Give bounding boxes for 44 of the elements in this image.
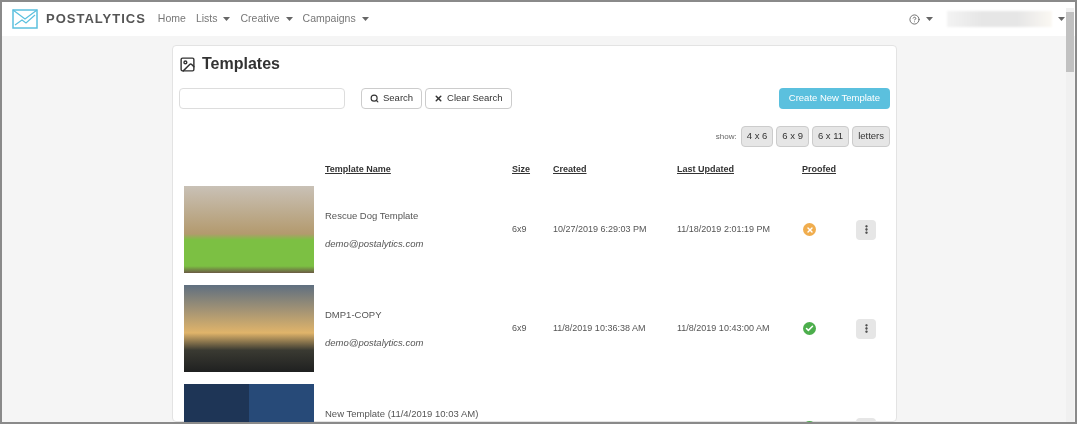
image-icon xyxy=(179,55,196,73)
help-icon[interactable] xyxy=(909,13,920,25)
column-header[interactable]: Last Updated xyxy=(677,163,802,177)
column-header[interactable]: Size xyxy=(512,163,553,177)
clear-search-button[interactable]: Clear Search xyxy=(425,88,512,109)
envelope-logo-icon xyxy=(12,9,38,29)
row-menu-button[interactable] xyxy=(856,219,876,240)
size-filter-button[interactable]: 6 x 9 xyxy=(776,126,809,147)
created-cell-text: 10/27/2019 6:29:03 PM xyxy=(553,222,648,236)
template-name[interactable]: Rescue Dog Template xyxy=(325,209,512,224)
search-icon xyxy=(370,94,379,103)
scrollbar[interactable] xyxy=(1066,8,1074,422)
caret-icon xyxy=(285,17,293,21)
template-name[interactable]: New Template (11/4/2019 10:03 AM) xyxy=(325,407,512,422)
created-cell-text: 11/8/2019 10:36:38 AM xyxy=(553,321,647,335)
search-button[interactable]: Search xyxy=(361,88,423,109)
owner-email: demo@postalytics.com xyxy=(325,237,425,252)
size-cell-text: 6x9 xyxy=(512,321,528,335)
nav-link[interactable]: Home xyxy=(157,11,186,27)
size-filter-button[interactable]: 4 x 6 xyxy=(740,126,774,147)
updated-cell-text: 11/8/2019 10:43:00 AM xyxy=(677,321,771,335)
close-icon xyxy=(434,94,444,103)
size-filter-button[interactable]: letters xyxy=(852,126,890,147)
column-header[interactable]: Created xyxy=(553,163,677,177)
caret-icon xyxy=(223,17,231,21)
nav-link[interactable]: Creative xyxy=(240,11,293,27)
size-cell-text: 6x9 xyxy=(512,222,528,236)
column-header[interactable]: Template Name xyxy=(325,163,512,177)
caret-icon xyxy=(1058,17,1065,21)
template-name[interactable]: DMP1-COPY xyxy=(325,308,512,323)
filter-label: show: xyxy=(715,130,737,143)
caret-icon xyxy=(361,17,369,21)
account-menu[interactable] xyxy=(947,11,1052,27)
page-title: Templates xyxy=(202,54,280,74)
updated-cell-text: 11/18/2019 2:01:19 PM xyxy=(677,222,771,236)
row-menu-button[interactable] xyxy=(856,318,876,339)
nav-link[interactable]: Lists xyxy=(195,11,231,27)
search-field[interactable] xyxy=(179,88,345,109)
caret-icon xyxy=(926,17,933,21)
owner-email: demo@postalytics.com xyxy=(325,336,425,351)
nav-link[interactable]: Campaigns xyxy=(302,11,369,27)
size-filter-button[interactable]: 6 x 11 xyxy=(811,126,850,147)
column-header[interactable]: Proofed xyxy=(802,163,856,177)
brand-name[interactable]: POSTALYTICS xyxy=(46,9,146,29)
